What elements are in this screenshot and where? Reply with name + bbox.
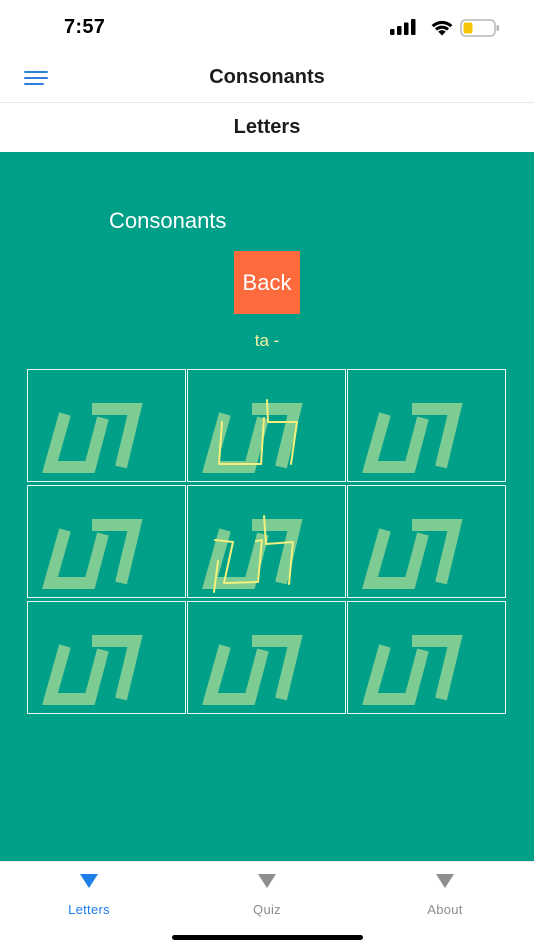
letter-guide-glyph — [362, 635, 463, 705]
signal-icon — [390, 19, 416, 35]
letter-guide-glyph — [202, 515, 303, 593]
tracing-cell[interactable] — [347, 601, 506, 714]
section-header: Letters — [0, 103, 534, 152]
letter-guide-glyph — [42, 403, 143, 473]
tracing-cell[interactable] — [27, 369, 186, 482]
tracing-grid — [27, 369, 508, 715]
tab-letters[interactable]: Letters — [0, 862, 178, 922]
tracing-cell[interactable] — [347, 485, 506, 598]
wifi-icon — [431, 20, 453, 36]
letter-guide-glyph — [202, 635, 303, 705]
tab-quiz[interactable]: Quiz — [178, 862, 356, 922]
letter-guide-glyph — [362, 519, 463, 589]
nav-bar: Consonants — [0, 56, 534, 103]
tab-label: Letters — [68, 902, 110, 917]
tab-label: About — [427, 902, 463, 917]
letter-label: ta - — [254, 331, 280, 350]
nav-title: Consonants — [209, 66, 325, 88]
tracing-cell[interactable] — [187, 369, 346, 482]
battery-icon — [460, 19, 499, 37]
tab-about[interactable]: About — [356, 862, 534, 922]
triangle-down-icon — [436, 874, 454, 888]
tab-label: Quiz — [253, 902, 281, 917]
section-title: Letters — [233, 116, 301, 138]
letter-guide-glyph — [202, 399, 303, 473]
letter-guide-glyph — [362, 403, 463, 473]
tracing-cell[interactable] — [347, 369, 506, 482]
tracing-cell[interactable] — [27, 485, 186, 598]
triangle-down-icon — [80, 874, 98, 888]
back-button[interactable]: Back — [234, 251, 300, 314]
page-heading: Consonants — [109, 208, 227, 233]
tracing-cell[interactable] — [27, 601, 186, 714]
tracing-cell[interactable] — [187, 485, 346, 598]
letter-guide-glyph — [42, 635, 143, 705]
status-bar: 7:57 — [0, 0, 534, 56]
status-time: 7:57 — [64, 16, 106, 38]
home-indicator — [172, 935, 363, 940]
main-area: Consonants Back ta - — [0, 152, 534, 861]
triangle-down-icon — [258, 874, 276, 888]
tracing-cell[interactable] — [187, 601, 346, 714]
letter-guide-glyph — [42, 519, 143, 589]
